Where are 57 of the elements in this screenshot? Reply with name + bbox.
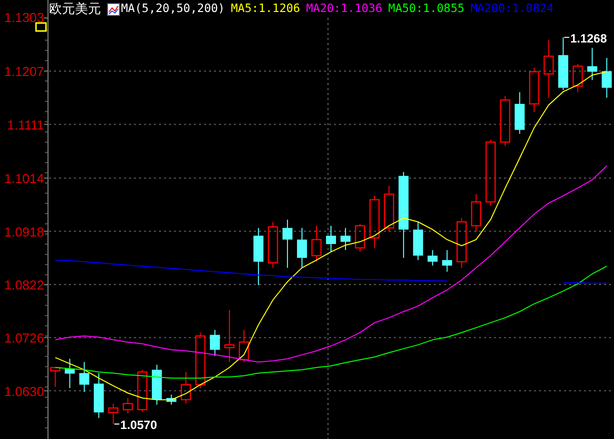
y-axis-label: 1.1303	[4, 10, 44, 25]
candlestick	[369, 195, 380, 248]
y-axis-label: 1.1207	[4, 64, 44, 80]
annotation: 1.0570	[120, 418, 158, 432]
candlestick	[413, 221, 424, 261]
candlestick	[354, 224, 366, 252]
candlestick	[602, 57, 612, 98]
candlestick	[456, 217, 467, 268]
candlestick	[514, 92, 525, 134]
candlestick	[238, 329, 250, 362]
candlestick	[253, 227, 264, 286]
candlestick	[50, 366, 60, 388]
candlestick	[64, 358, 75, 389]
candlestick	[500, 96, 510, 146]
candlestick	[180, 371, 191, 404]
candlestick	[282, 219, 292, 268]
price-annotation: 1.0570	[114, 418, 157, 432]
moving-average-reading: MA5:1.1206	[230, 3, 300, 15]
moving-average-reading: MA200:1.0824	[470, 3, 554, 15]
symbol-title: 欧元美元	[49, 2, 101, 16]
y-axis-label: 1.0822	[4, 277, 44, 292]
candlestick	[195, 332, 206, 389]
indicator-label: MA(5,20,50,200)	[121, 3, 225, 15]
candlestick	[152, 364, 162, 406]
y-axis-label: 1.0726	[4, 330, 44, 346]
candlestick	[94, 372, 104, 418]
candlestick	[428, 250, 438, 266]
candlestick	[529, 67, 540, 113]
y-axis-label: 1.1111	[7, 117, 44, 132]
candlestick	[587, 47, 598, 81]
candlestick	[442, 250, 452, 272]
y-axis-label: 1.0918	[4, 224, 44, 240]
candlestick	[558, 36, 568, 91]
candlestick	[268, 221, 278, 268]
candlestick	[471, 194, 482, 232]
square-icon	[35, 22, 47, 32]
candlestick	[326, 225, 336, 252]
candlestick	[122, 398, 133, 414]
moving-average-reading: MA20:1.1036	[306, 3, 382, 15]
candlestick	[340, 227, 351, 251]
price-annotation: 1.1268	[564, 31, 607, 46]
candlestick	[166, 394, 176, 406]
candlestick	[544, 40, 554, 98]
y-axis-label: 1.0630	[4, 384, 44, 399]
candlestick	[79, 362, 90, 392]
y-axis-label: 1.1014	[4, 171, 44, 186]
annotation: 1.1268	[570, 31, 608, 46]
candlestick	[486, 139, 496, 206]
candlestick	[384, 185, 394, 232]
moving-average-reading: MA50:1.0855	[388, 3, 464, 15]
candlestick	[224, 309, 234, 362]
candlestick	[137, 369, 148, 412]
candlestick	[210, 329, 220, 356]
candlestick	[311, 225, 322, 262]
candlestick	[572, 63, 583, 93]
candlestick	[296, 227, 307, 268]
candlestick	[108, 403, 118, 425]
